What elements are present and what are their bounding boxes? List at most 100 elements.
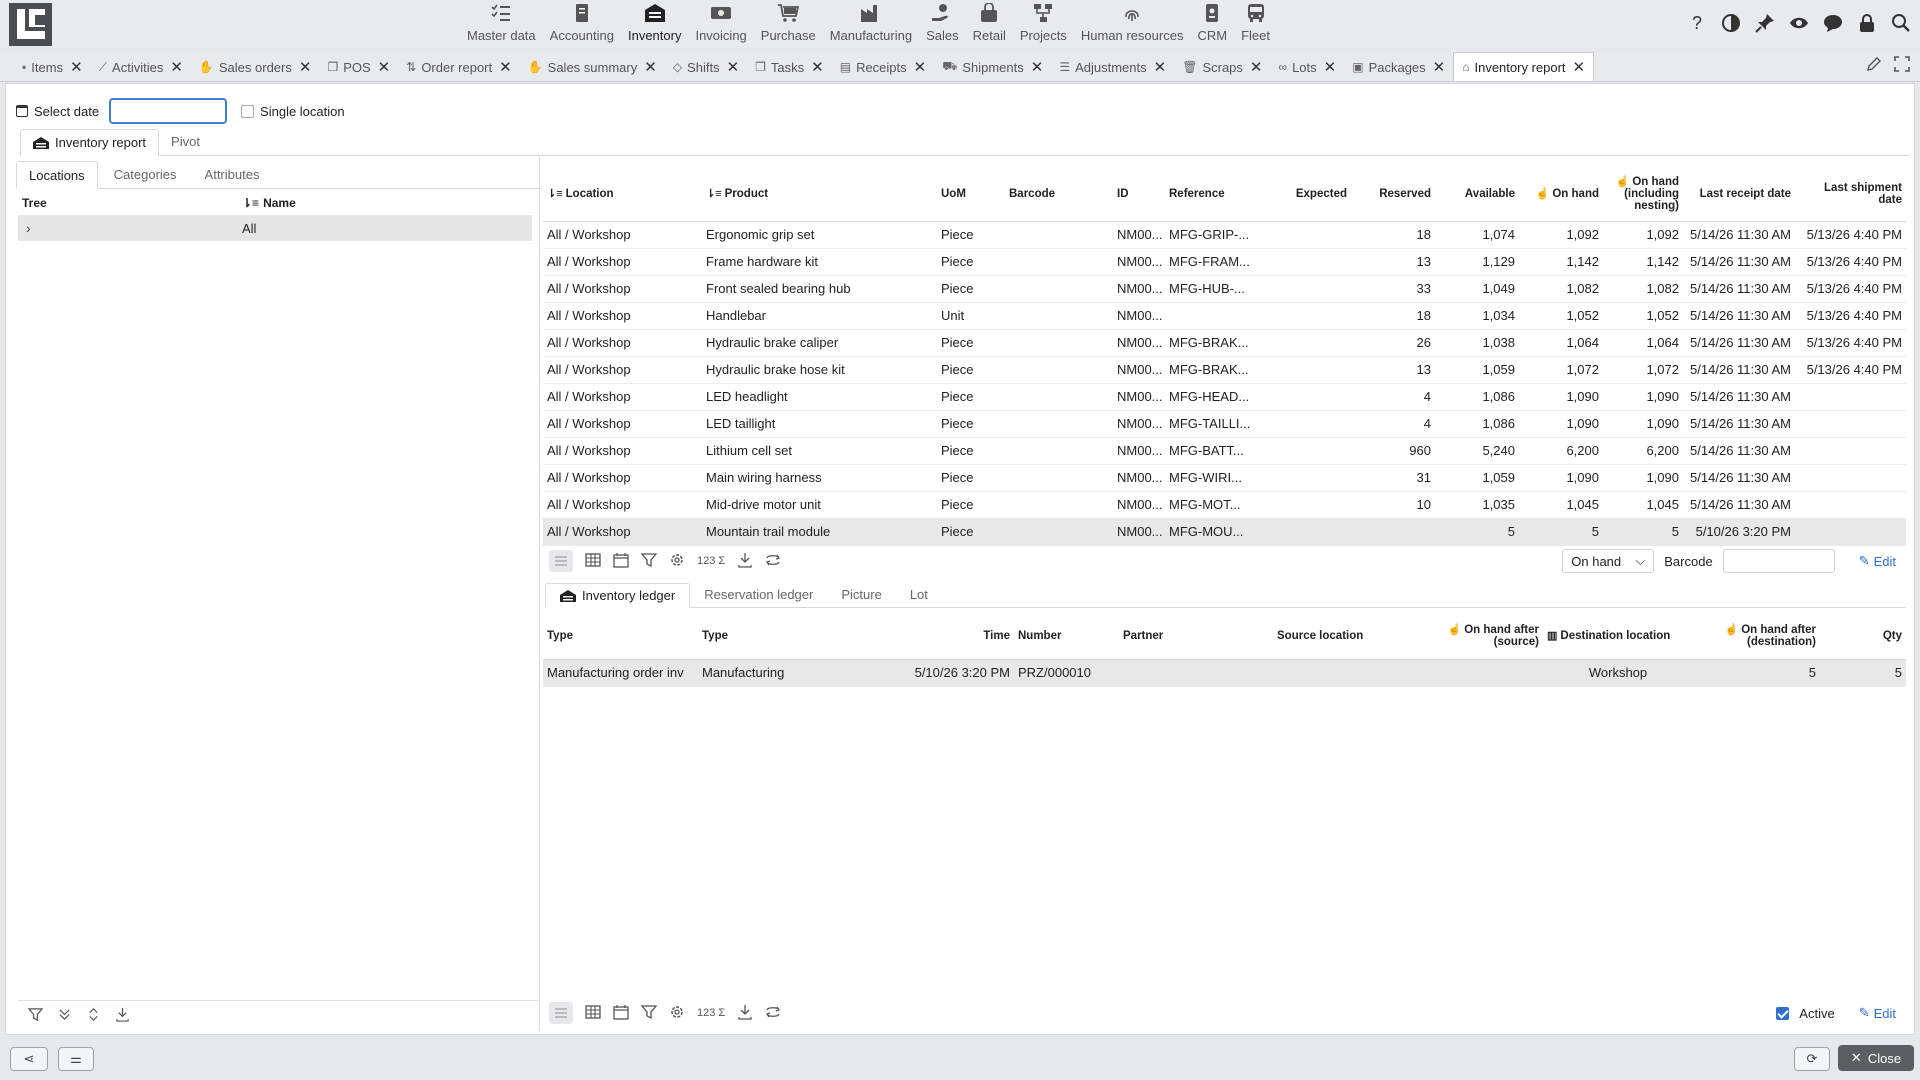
eye-icon[interactable] — [1788, 12, 1810, 34]
column-header-on-hand-after-destination[interactable]: ☝ On hand after (destination) — [1693, 613, 1820, 659]
single-location-checkbox[interactable] — [241, 104, 255, 118]
edit-button[interactable]: ✎ Edit — [1859, 553, 1896, 569]
column-header-type-2[interactable]: Type — [698, 613, 900, 659]
share-button[interactable]: ⋖ — [10, 1047, 48, 1071]
column-header-on-hand-nesting[interactable]: ☝ On hand (including nesting) — [1603, 167, 1683, 221]
download-icon[interactable] — [737, 1004, 753, 1023]
close-icon[interactable]: ✕ — [299, 58, 312, 76]
active-checkbox[interactable] — [1776, 1006, 1790, 1020]
table-row[interactable]: All / Workshop Front sealed bearing hub Pi… — [543, 275, 1906, 303]
calendar-view-icon[interactable] — [613, 552, 629, 571]
count-toggle[interactable]: 123 Σ — [697, 555, 725, 567]
column-header-available[interactable]: Available — [1435, 167, 1519, 221]
tab-shifts[interactable]: ◇ Shifts ✕ — [665, 53, 747, 81]
help-icon[interactable]: ? — [1686, 12, 1708, 34]
filter-icon[interactable] — [640, 552, 658, 571]
refresh-icon[interactable] — [765, 1004, 781, 1023]
table-row[interactable]: All / Workshop Mid-drive motor unit Piece N… — [543, 491, 1906, 519]
column-header-last-receipt[interactable]: Last receipt date — [1683, 167, 1795, 221]
close-icon[interactable]: ✕ — [499, 58, 512, 76]
table-row[interactable]: All / Workshop Main wiring harness Piece NM… — [543, 464, 1906, 492]
table-row[interactable]: All / Workshop Handlebar Unit NM00... 18 1,03… — [543, 302, 1906, 330]
column-header-qty[interactable]: Qty — [1820, 613, 1906, 659]
column-header-reference[interactable]: Reference — [1165, 167, 1269, 221]
settings-icon[interactable] — [669, 552, 685, 571]
module-master-data[interactable]: Master data — [460, 0, 543, 48]
tab-inventory-ledger[interactable]: Inventory ledger — [545, 583, 691, 608]
column-header-reserved[interactable]: Reserved — [1351, 167, 1435, 221]
tree-row[interactable]: › All — [18, 215, 532, 241]
column-header-product[interactable]: ⇂≡ Product — [702, 167, 937, 221]
tree-column-header[interactable]: Tree — [16, 196, 242, 210]
column-header-uom[interactable]: UoM — [937, 167, 1005, 221]
download-icon[interactable] — [737, 552, 753, 571]
module-accounting[interactable]: Accounting — [543, 0, 621, 48]
table-row[interactable]: All / Workshop Hydraulic brake hose kit Pi… — [543, 356, 1906, 384]
column-header-source-location[interactable]: Source location — [1273, 613, 1423, 659]
module-fleet[interactable]: Fleet — [1234, 0, 1277, 48]
close-icon[interactable]: ✕ — [1031, 58, 1044, 76]
table-row[interactable]: All / Workshop Frame hardware kit Piece NM0… — [543, 248, 1906, 276]
close-icon[interactable]: ✕ — [378, 58, 391, 76]
tab-receipts[interactable]: ▤ Receipts ✕ — [832, 53, 935, 81]
tab-pos[interactable]: ❐ POS ✕ — [319, 53, 398, 81]
refresh-icon[interactable] — [765, 552, 781, 571]
tab-pivot[interactable]: Pivot — [159, 128, 212, 155]
tab-picture[interactable]: Picture — [827, 582, 895, 607]
close-icon[interactable]: ✕ — [1433, 58, 1446, 76]
refresh-button[interactable]: ⟳ — [1794, 1047, 1830, 1071]
tab-activities[interactable]: ⟋ Activities ✕ — [91, 53, 191, 81]
contrast-icon[interactable] — [1720, 12, 1742, 34]
pin-icon[interactable] — [1754, 12, 1776, 34]
filter-icon[interactable] — [27, 1007, 44, 1025]
collapse-all-icon[interactable] — [57, 1007, 72, 1025]
tab-adjustments[interactable]: ☰ Adjustments ✕ — [1051, 53, 1174, 81]
tab-categories[interactable]: Categories — [102, 160, 189, 188]
close-icon[interactable]: ✕ — [727, 58, 740, 76]
tab-inventory-report-view[interactable]: Inventory report — [20, 129, 160, 156]
module-sales[interactable]: Sales — [919, 0, 966, 48]
tab-tasks[interactable]: ❐ Tasks ✕ — [747, 53, 832, 81]
tab-attributes[interactable]: Attributes — [193, 160, 272, 188]
calendar-view-icon[interactable] — [613, 1004, 629, 1023]
close-icon[interactable]: ✕ — [1573, 58, 1586, 76]
chevron-right-icon[interactable]: › — [18, 220, 242, 236]
tab-locations[interactable]: Locations — [16, 161, 98, 189]
column-header-on-hand-after-source[interactable]: ☝ On hand after (source) — [1423, 613, 1543, 659]
column-header-last-shipment[interactable]: Last shipment date — [1795, 167, 1906, 221]
download-icon[interactable] — [115, 1007, 130, 1025]
close-icon[interactable]: ✕ — [1250, 58, 1263, 76]
tab-order-report[interactable]: ⇅ Order report ✕ — [398, 53, 519, 81]
column-header-type[interactable]: Type — [543, 613, 698, 659]
edit-button[interactable]: ✎ Edit — [1859, 1005, 1896, 1021]
pane-splitter[interactable] — [539, 157, 540, 1031]
column-header-partner[interactable]: Partner — [1119, 613, 1273, 659]
column-header-expected[interactable]: Expected — [1269, 167, 1351, 221]
column-header-time[interactable]: Time — [900, 613, 1014, 659]
name-column-header[interactable]: ⇂≡ Name — [242, 196, 296, 210]
chat-icon[interactable] — [1822, 12, 1844, 34]
close-icon[interactable]: ✕ — [914, 58, 927, 76]
module-manufacturing[interactable]: Manufacturing — [823, 0, 919, 48]
tab-shipments[interactable]: ⛟ Shipments ✕ — [934, 53, 1051, 81]
column-header-location[interactable]: ⇂≡ Location — [543, 167, 702, 221]
table-row[interactable]: All / Workshop LED taillight Piece NM00... M… — [543, 410, 1906, 438]
table-row[interactable]: All / Workshop Mountain trail module Piece… — [543, 518, 1906, 546]
lock-icon[interactable] — [1856, 12, 1878, 34]
pencil-icon[interactable] — [1866, 56, 1882, 75]
table-row[interactable]: All / Workshop LED headlight Piece NM00... M… — [543, 383, 1906, 411]
column-header-barcode[interactable]: Barcode — [1005, 167, 1113, 221]
table-row[interactable]: All / Workshop Hydraulic brake caliper Pie… — [543, 329, 1906, 357]
module-inventory[interactable]: Inventory — [621, 0, 688, 48]
list-view-icon[interactable] — [549, 1002, 573, 1024]
date-input[interactable] — [109, 98, 228, 124]
column-header-id[interactable]: ID — [1113, 167, 1165, 221]
tab-sales-summary[interactable]: ✋ Sales summary ✕ — [520, 53, 665, 81]
tab-lot[interactable]: Lot — [896, 582, 942, 607]
module-retail[interactable]: Retail — [966, 0, 1013, 48]
close-icon[interactable]: ✕ — [1154, 58, 1167, 76]
column-header-on-hand[interactable]: ☝ On hand — [1519, 167, 1603, 221]
tab-reservation-ledger[interactable]: Reservation ledger — [690, 582, 827, 607]
close-icon[interactable]: ✕ — [644, 58, 657, 76]
close-icon[interactable]: ✕ — [170, 58, 183, 76]
